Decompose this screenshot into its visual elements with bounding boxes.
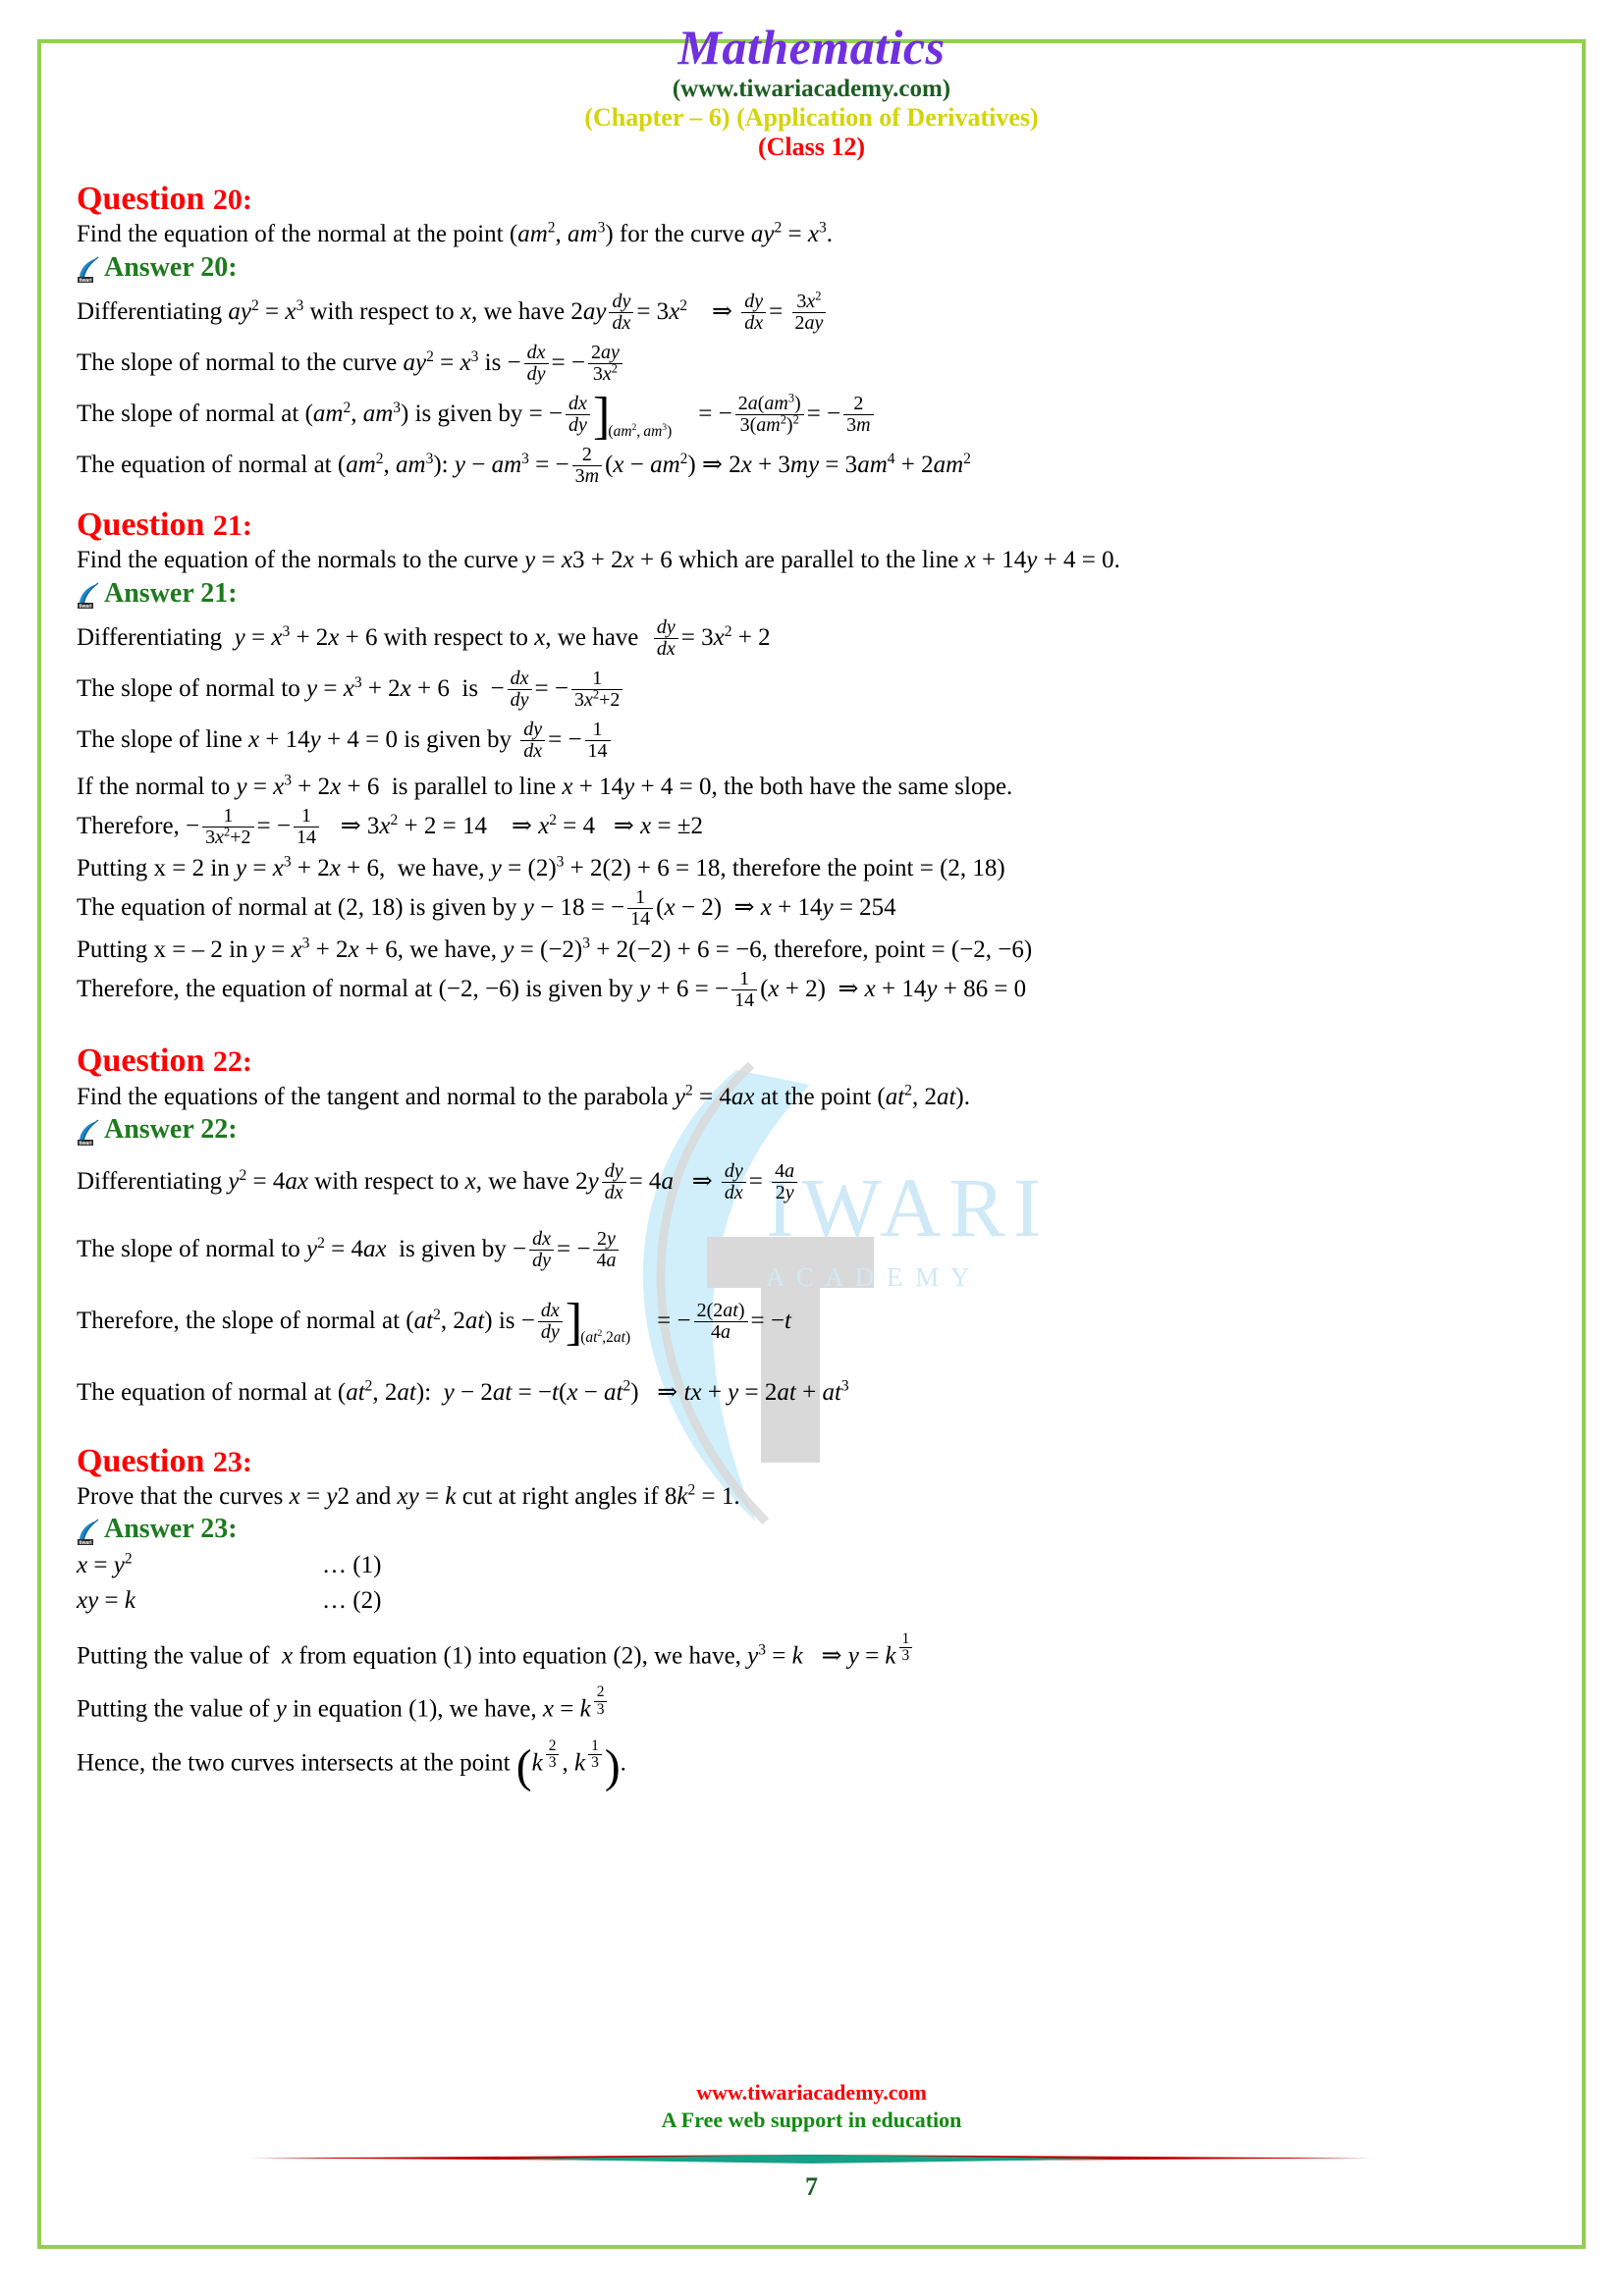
answer-heading-22: tiwari Answer 22:: [77, 1113, 1546, 1147]
question-prompt-20: Find the equation of the normal at the p…: [77, 219, 833, 248]
page-title: Mathematics: [677, 20, 946, 75]
solution-step: Differentiating y = x3 + 2x + 6 with res…: [77, 616, 771, 661]
answer-heading-21: tiwari Answer 21:: [77, 577, 1546, 610]
svg-text:tiwari: tiwari: [79, 1141, 92, 1147]
quill-logo-icon: tiwari: [77, 1519, 102, 1546]
question-label-22: Question: [77, 1042, 205, 1080]
solution-step: The equation of normal at (am2, am3): y …: [77, 444, 971, 488]
solution-step: The slope of normal to y2 = 4ax is given…: [77, 1228, 1546, 1272]
chapter-subtitle: (Chapter – 6) (Application of Derivative…: [584, 103, 1039, 133]
solution-step: The equation of normal at (at2, 2at): y …: [77, 1377, 849, 1406]
question-label-21: Question: [77, 507, 205, 544]
page-number: 7: [805, 2172, 818, 2201]
answer-heading-20: tiwari Answer 20:: [77, 251, 1546, 284]
question-heading-22: Question 22:: [77, 1041, 1546, 1080]
answer-label-20: Answer 20:: [104, 251, 238, 283]
solution-step: Hence, the two curves intersects at the …: [77, 1737, 626, 1793]
equation-label-2: … (2): [322, 1586, 382, 1614]
solution-step: Therefore, −1 3x2+2 = −1 14 ⇒ 3x2 + 2 = 14 …: [77, 805, 704, 849]
solution-step: x = y2… (1): [77, 1550, 382, 1578]
answer-label-23: Answer 23:: [104, 1514, 238, 1545]
solution-step: Differentiating y2 = 4ax with respect to…: [77, 1160, 1546, 1204]
quill-logo-icon: tiwari: [77, 1119, 102, 1147]
answer-label-21: Answer 21:: [104, 577, 238, 609]
question-heading-20: Question 20:: [77, 180, 1546, 218]
question-heading-23: Question 23:: [77, 1442, 1546, 1480]
class-subtitle: (Class 12): [757, 133, 866, 162]
page-content: Mathematics (www.tiwariacademy.com) (Cha…: [0, 0, 1623, 1793]
solution-step: The slope of normal to y = x3 + 2x + 6 i…: [77, 668, 1546, 712]
solution-step: Putting x = 2 in y = x3 + 2x + 6, we hav…: [77, 854, 1005, 882]
svg-text:tiwari: tiwari: [79, 1540, 92, 1546]
question-label-23: Question: [77, 1442, 205, 1479]
solution-step: Differentiating ay2 = x3 with respect to…: [77, 290, 1546, 335]
solution-step: The equation of normal at (2, 18) is giv…: [77, 886, 896, 931]
solution-step: The slope of normal to the curve ay2 = x…: [77, 343, 1546, 386]
solution-step: Therefore, the equation of normal at (−2…: [77, 968, 1027, 1012]
answer-label-22: Answer 22:: [104, 1114, 238, 1145]
quill-logo-icon: tiwari: [77, 256, 102, 284]
solution-step: Putting x = – 2 in y = x3 + 2x + 6, we h…: [77, 935, 1033, 964]
question-number-21: 21:: [212, 509, 252, 543]
question-prompt-23: Prove that the curves x = y2 and xy = k …: [77, 1481, 740, 1510]
document-page: IWARI A C A D E M Y Mathematics (www.tiw…: [0, 0, 1623, 2296]
solution-step: The slope of line x + 14y + 4 = 0 is giv…: [77, 720, 1546, 763]
footer-url[interactable]: www.tiwariacademy.com: [0, 2079, 1623, 2107]
question-number-23: 23:: [212, 1445, 252, 1478]
question-label-20: Question: [77, 181, 205, 218]
footer-tagline: A Free web support in education: [661, 2107, 962, 2132]
quill-logo-icon: tiwari: [77, 582, 102, 610]
question-number-20: 20:: [212, 184, 252, 217]
question-prompt-21: Find the equation of the normals to the …: [77, 547, 1120, 574]
solution-step: The slope of normal at (am2, am3) is giv…: [77, 392, 1546, 441]
solution-step: Therefore, the slope of normal at (at2, …: [77, 1294, 791, 1352]
svg-text:tiwari: tiwari: [79, 604, 92, 610]
page-footer: www.tiwariacademy.com A Free web support…: [0, 2079, 1623, 2202]
solution-step: Putting the value of y in equation (1), …: [77, 1684, 1546, 1726]
site-url-header: (www.tiwariacademy.com): [672, 75, 951, 102]
svg-text:tiwari: tiwari: [79, 278, 92, 284]
answer-heading-23: tiwari Answer 23:: [77, 1513, 1546, 1546]
footer-divider: [0, 2149, 1623, 2166]
solution-step: If the normal to y = x3 + 2x + 6 is para…: [77, 773, 1013, 801]
solution-step: Putting the value of x from equation (1)…: [77, 1630, 1546, 1673]
solution-step: xy = k… (2): [77, 1586, 382, 1614]
question-number-22: 22:: [212, 1045, 252, 1079]
question-prompt-22: Find the equations of the tangent and no…: [77, 1082, 970, 1110]
question-heading-21: Question 21:: [77, 506, 1546, 544]
equation-label-1: … (1): [322, 1551, 382, 1578]
